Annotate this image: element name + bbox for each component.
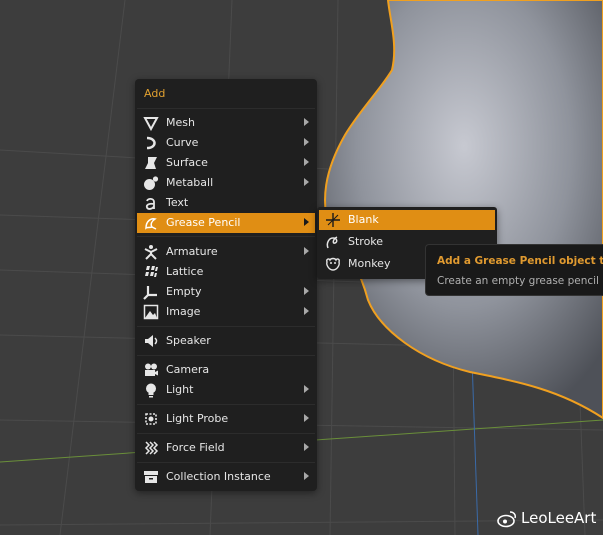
menu-divider <box>137 355 315 356</box>
menu-item-label: Camera <box>166 363 210 376</box>
weibo-icon <box>497 510 517 528</box>
menu-item-label: Armature <box>166 245 218 258</box>
menu-item-metaball[interactable]: Metaball <box>137 173 315 193</box>
monkey-icon <box>325 256 341 272</box>
blank-icon <box>325 212 341 228</box>
surface-icon <box>143 155 159 171</box>
menu-item-lattice[interactable]: Lattice <box>137 262 315 282</box>
submenu-item-blank[interactable]: Blank <box>319 210 495 230</box>
menu-item-empty[interactable]: Empty <box>137 282 315 302</box>
menu-item-light-probe[interactable]: Light Probe <box>137 409 315 429</box>
light-icon <box>143 382 159 398</box>
submenu-item-label: Stroke <box>348 235 384 248</box>
submenu-arrow-icon <box>304 307 309 315</box>
menu-item-label: Text <box>166 196 189 209</box>
curve-icon <box>143 135 159 151</box>
menu-item-speaker[interactable]: Speaker <box>137 331 315 351</box>
menu-item-label: Grease Pencil <box>166 216 241 229</box>
collection-instance-icon <box>143 469 159 485</box>
submenu-item-label: Monkey <box>348 257 391 270</box>
menu-item-camera[interactable]: Camera <box>137 360 315 380</box>
tooltip: Add a Grease Pencil object to the Create… <box>425 244 603 296</box>
grease-pencil-icon <box>143 215 159 231</box>
speaker-icon <box>143 333 159 349</box>
menu-divider <box>137 108 315 109</box>
submenu-arrow-icon <box>304 138 309 146</box>
menu-divider <box>137 433 315 434</box>
submenu-arrow-icon <box>304 414 309 422</box>
menu-divider <box>137 404 315 405</box>
menu-divider <box>137 236 315 237</box>
menu-title: Add <box>144 87 166 100</box>
submenu-arrow-icon <box>304 218 309 226</box>
submenu-arrow-icon <box>304 443 309 451</box>
lattice-icon <box>143 264 159 280</box>
tooltip-title: Add a Grease Pencil object to the <box>437 255 603 267</box>
menu-item-curve[interactable]: Curve <box>137 133 315 153</box>
menu-item-surface[interactable]: Surface <box>137 153 315 173</box>
menu-item-label: Light <box>166 383 194 396</box>
armature-icon <box>143 244 159 260</box>
menu-item-light[interactable]: Light <box>137 380 315 400</box>
menu-item-label: Lattice <box>166 265 204 278</box>
submenu-arrow-icon <box>304 472 309 480</box>
submenu-arrow-icon <box>304 287 309 295</box>
menu-item-label: Speaker <box>166 334 211 347</box>
text-icon <box>143 195 159 211</box>
submenu-arrow-icon <box>304 385 309 393</box>
menu-item-label: Mesh <box>166 116 195 129</box>
camera-icon <box>143 362 159 378</box>
menu-item-label: Empty <box>166 285 202 298</box>
menu-item-grease-pencil[interactable]: Grease Pencil <box>137 213 315 233</box>
menu-item-collection-instance[interactable]: Collection Instance <box>137 467 315 487</box>
menu-item-mesh[interactable]: Mesh <box>137 113 315 133</box>
menu-item-force-field[interactable]: Force Field <box>137 438 315 458</box>
empty-icon <box>143 284 159 300</box>
menu-item-armature[interactable]: Armature <box>137 242 315 262</box>
image-icon <box>143 304 159 320</box>
stroke-icon <box>325 234 341 250</box>
light-probe-icon <box>143 411 159 427</box>
menu-divider <box>137 326 315 327</box>
menu-item-image[interactable]: Image <box>137 302 315 322</box>
menu-divider <box>137 462 315 463</box>
metaball-icon <box>143 175 159 191</box>
submenu-item-label: Blank <box>348 213 379 226</box>
menu-item-label: Force Field <box>166 441 225 454</box>
menu-item-text[interactable]: Text <box>137 193 315 213</box>
mesh-icon <box>143 115 159 131</box>
tooltip-description: Create an empty grease pencil ob <box>437 275 603 287</box>
submenu-arrow-icon <box>304 158 309 166</box>
watermark-text: LeoLeeArt <box>521 509 597 527</box>
submenu-arrow-icon <box>304 118 309 126</box>
menu-item-label: Light Probe <box>166 412 229 425</box>
menu-item-label: Image <box>166 305 201 318</box>
add-menu: Add Mesh Curve Surface Metaball Text Gre… <box>135 79 317 491</box>
menu-item-label: Curve <box>166 136 199 149</box>
submenu-arrow-icon <box>304 247 309 255</box>
menu-item-label: Collection Instance <box>166 470 271 483</box>
force-field-icon <box>143 440 159 456</box>
menu-item-label: Surface <box>166 156 208 169</box>
menu-item-label: Metaball <box>166 176 214 189</box>
submenu-arrow-icon <box>304 178 309 186</box>
